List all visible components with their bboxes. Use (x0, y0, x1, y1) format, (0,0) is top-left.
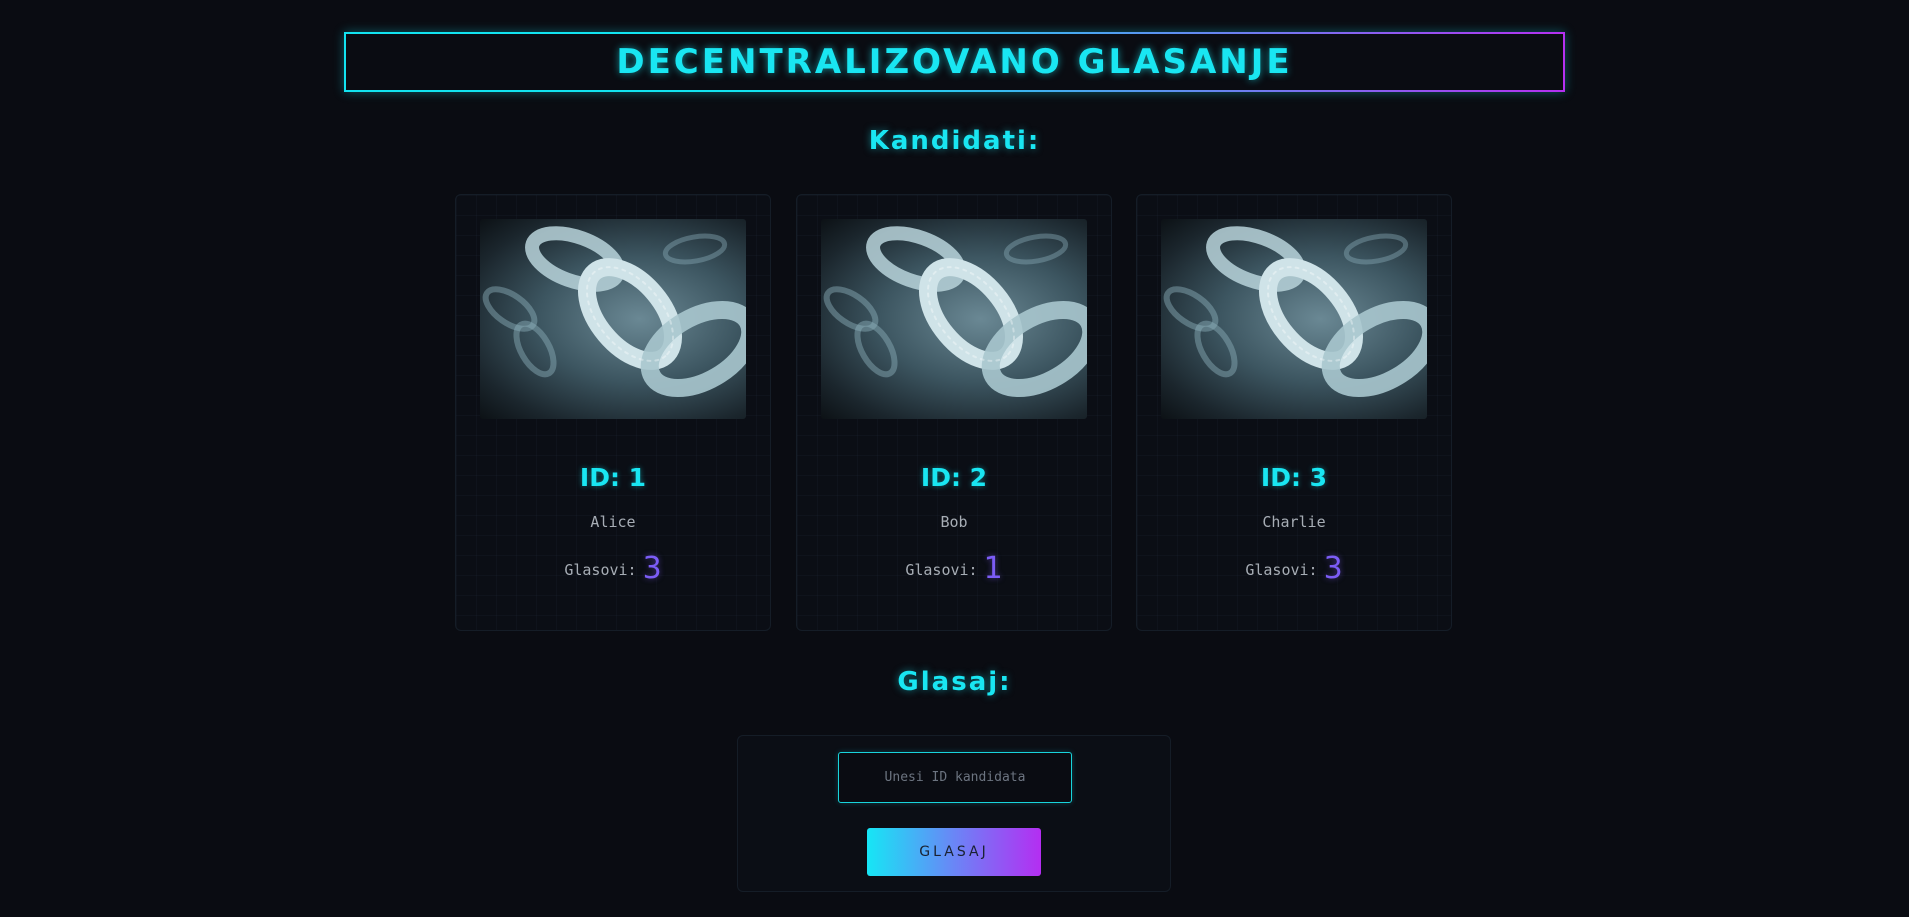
candidate-votes: Glasovi: 3 (456, 551, 770, 586)
votes-label: Glasovi: (1245, 561, 1318, 579)
vote-count: 3 (1323, 551, 1343, 586)
vote-button[interactable]: GLASAJ (867, 828, 1041, 876)
candidate-card: ID: 2 Bob Glasovi: 1 (796, 194, 1112, 631)
candidate-id: ID: 3 (1260, 463, 1328, 492)
candidate-id: ID: 2 (920, 463, 988, 492)
candidates-heading: Kandidati: (868, 126, 1041, 156)
page-title: DECENTRALIZOVANO GLASANJE (616, 42, 1293, 82)
candidate-name: Charlie (1262, 513, 1326, 531)
blockchain-chain-image (480, 219, 746, 419)
candidate-card: ID: 3 Charlie Glasovi: 3 (1136, 194, 1452, 631)
blockchain-chain-image (1161, 219, 1427, 419)
blockchain-chain-image (821, 219, 1087, 419)
candidate-votes: Glasovi: 1 (797, 551, 1111, 586)
candidate-id: ID: 1 (579, 463, 647, 492)
page: DECENTRALIZOVANO GLASANJE Kandidati: ID:… (0, 0, 1909, 917)
candidate-votes: Glasovi: 3 (1137, 551, 1451, 586)
vote-heading: Glasaj: (897, 667, 1012, 697)
vote-panel: GLASAJ (737, 735, 1171, 892)
header-banner: DECENTRALIZOVANO GLASANJE (344, 32, 1565, 92)
votes-label: Glasovi: (564, 561, 637, 579)
candidate-id-input[interactable] (838, 752, 1072, 803)
candidate-name: Bob (940, 513, 968, 531)
votes-label: Glasovi: (905, 561, 978, 579)
candidate-card: ID: 1 Alice Glasovi: 3 (455, 194, 771, 631)
vote-count: 1 (983, 551, 1003, 586)
vote-count: 3 (642, 551, 662, 586)
candidate-name: Alice (590, 513, 636, 531)
